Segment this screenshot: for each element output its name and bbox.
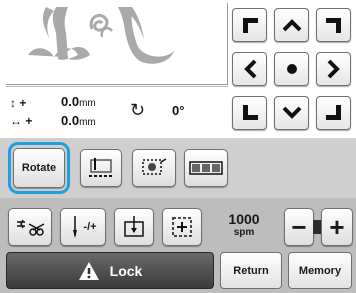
- y-position-unit: mm: [79, 98, 96, 109]
- border-repeat-button[interactable]: [184, 149, 228, 187]
- return-button[interactable]: Return: [220, 252, 282, 289]
- move-down-button[interactable]: [274, 96, 309, 130]
- needle-down-icon: [124, 216, 144, 237]
- lock-button[interactable]: Lock: [6, 252, 214, 289]
- move-down-left-button[interactable]: [232, 96, 267, 130]
- x-position-unit: mm: [79, 117, 96, 128]
- speed-unit: spm: [233, 227, 255, 238]
- thread-tension-button[interactable]: -/+: [60, 208, 106, 246]
- needle-icon: [73, 216, 78, 238]
- chevron-right-icon: [327, 59, 340, 79]
- basting-button[interactable]: [80, 149, 122, 187]
- thread-tension-label: -/+: [83, 221, 97, 233]
- x-position-symbol: ↔ +: [10, 114, 33, 128]
- corner-down-left-icon: [242, 105, 258, 120]
- x-position-value: 0.0: [61, 113, 80, 128]
- embroidery-preview: [6, 3, 228, 85]
- rotation-angle-value: 0°: [172, 103, 185, 118]
- move-center-button[interactable]: [274, 52, 309, 86]
- chevron-down-icon: [282, 106, 301, 119]
- move-left-button[interactable]: [232, 52, 267, 86]
- speed-increase-button[interactable]: +: [321, 208, 353, 246]
- move-up-left-button[interactable]: [232, 8, 267, 42]
- trial-frame-icon: [172, 217, 192, 237]
- border-repeat-icon: [189, 161, 223, 175]
- thread-cut-icon: [17, 219, 45, 236]
- needle-position-button[interactable]: [114, 208, 154, 246]
- corner-down-right-icon: [325, 105, 341, 120]
- applique-button[interactable]: [132, 149, 176, 187]
- y-position-value: 0.0: [61, 94, 80, 109]
- lock-label: Lock: [109, 262, 143, 279]
- layout-arrow-grid: [232, 8, 352, 132]
- rotation-icon: ↻: [130, 100, 146, 120]
- thread-cutting-button[interactable]: [8, 208, 52, 246]
- memory-button[interactable]: Memory: [288, 252, 352, 289]
- move-right-button[interactable]: [316, 52, 351, 86]
- chevron-left-icon: [243, 59, 256, 79]
- corner-up-right-icon: [325, 18, 341, 33]
- x-position-readout: 0.0mm: [61, 113, 96, 128]
- chevron-up-icon: [282, 19, 301, 32]
- speed-decrease-button[interactable]: −: [284, 208, 314, 246]
- speed-value: 1000: [228, 211, 260, 227]
- applique-icon: [142, 158, 167, 175]
- center-dot-icon: [286, 64, 297, 74]
- preview-divider: [6, 86, 228, 87]
- y-position-symbol: ↕ +: [10, 96, 27, 110]
- move-up-button[interactable]: [274, 8, 309, 42]
- trial-frame-button[interactable]: [162, 208, 202, 246]
- speed-readout: 1000 spm: [221, 211, 267, 239]
- rotate-button[interactable]: Rotate: [13, 148, 65, 188]
- y-position-readout: 0.0mm: [61, 94, 96, 109]
- move-down-right-button[interactable]: [316, 96, 351, 130]
- corner-up-left-icon: [242, 18, 258, 33]
- warning-triangle-icon: [78, 261, 99, 280]
- move-up-right-button[interactable]: [316, 8, 351, 42]
- embroidery-pattern-image: [28, 7, 174, 64]
- basting-stitch-icon: [89, 158, 113, 177]
